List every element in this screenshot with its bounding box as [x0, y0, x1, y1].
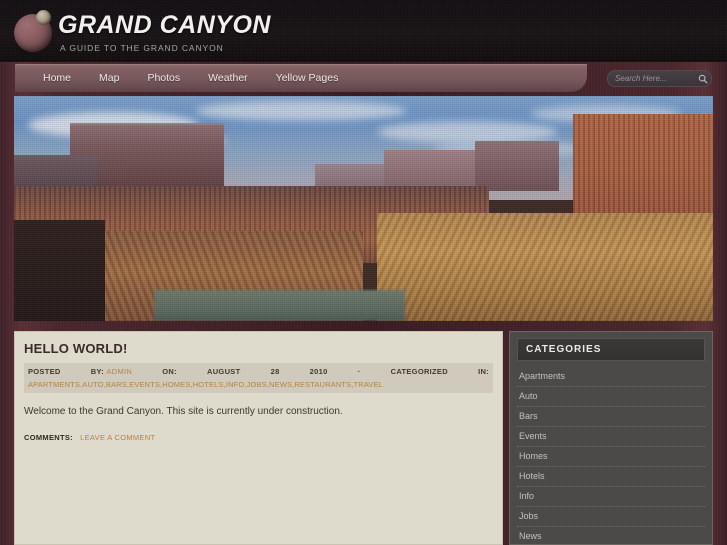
sidebar-item-jobs[interactable]: Jobs — [517, 507, 705, 527]
sidebar-category-list: Apartments Auto Bars Events Homes Hotels… — [517, 367, 705, 544]
post-title: HELLO WORLD! — [24, 341, 128, 356]
sidebar-widget-title: CATEGORIES — [517, 338, 705, 361]
canyon-shadow — [14, 219, 105, 321]
nav-item-photos[interactable]: Photos — [133, 72, 194, 84]
cloud-shape — [195, 100, 406, 121]
site-header: GRAND CANYON A GUIDE TO THE GRAND CANYON — [0, 0, 727, 62]
meta-year: 2010 — [309, 367, 328, 376]
search-input[interactable] — [608, 74, 695, 83]
nav-item-map[interactable]: Map — [85, 72, 133, 84]
post-content: HELLO WORLD! POSTED BY: ADMIN ON: AUGUST… — [14, 331, 503, 545]
site-logo[interactable] — [14, 10, 56, 52]
right-mesa-2 — [475, 141, 560, 191]
meta-day: 28 — [270, 367, 280, 376]
post-body: Welcome to the Grand Canyon. This site i… — [24, 406, 343, 418]
post-meta: POSTED BY: ADMIN ON: AUGUST 28 2010 · CA… — [24, 363, 493, 394]
meta-posted-label: POSTED — [28, 367, 61, 376]
sidebar-item-bars[interactable]: Bars — [517, 407, 705, 427]
meta-month: AUGUST — [207, 367, 241, 376]
nav-list: Home Map Photos Weather Yellow Pages — [15, 64, 587, 92]
small-sphere-icon — [36, 10, 51, 25]
comments-label: COMMENTS: — [24, 433, 73, 443]
nav-item-weather[interactable]: Weather — [194, 72, 262, 84]
meta-author[interactable]: ADMIN — [106, 366, 132, 378]
right-talus-slope — [377, 213, 713, 321]
post-meta-row: POSTED BY: ADMIN ON: AUGUST 28 2010 · CA… — [28, 366, 489, 378]
sidebar-item-info[interactable]: Info — [517, 487, 705, 507]
site-tagline: A GUIDE TO THE GRAND CANYON — [60, 43, 224, 53]
search-box[interactable] — [607, 70, 712, 87]
sidebar: CATEGORIES Apartments Auto Bars Events H… — [509, 331, 713, 545]
sidebar-item-auto[interactable]: Auto — [517, 387, 705, 407]
cloud-shape — [377, 120, 558, 143]
sidebar-item-events[interactable]: Events — [517, 427, 705, 447]
meta-by-label: BY: — [90, 367, 105, 376]
sidebar-item-apartments[interactable]: Apartments — [517, 367, 705, 387]
meta-separator: · — [357, 367, 361, 376]
sidebar-item-hotels[interactable]: Hotels — [517, 467, 705, 487]
meta-category-links[interactable]: APARTMENTS,AUTO,BARS,EVENTS,HOMES,HOTELS… — [28, 379, 489, 391]
nav-item-yellow-pages[interactable]: Yellow Pages — [262, 72, 353, 84]
meta-on-label: ON: — [162, 367, 177, 376]
main-navigation: Home Map Photos Weather Yellow Pages — [15, 64, 587, 92]
meta-in-label: IN: — [478, 367, 489, 376]
post-comments: COMMENTS: LEAVE A COMMENT — [24, 433, 493, 442]
hero-image — [14, 96, 713, 321]
site-title[interactable]: GRAND CANYON — [58, 11, 271, 40]
nav-item-home[interactable]: Home — [29, 72, 85, 84]
leave-a-comment-link[interactable]: LEAVE A COMMENT — [80, 433, 155, 442]
canyon-river — [153, 289, 406, 321]
search-icon[interactable] — [695, 71, 711, 86]
sidebar-item-homes[interactable]: Homes — [517, 447, 705, 467]
sidebar-item-news[interactable]: News — [517, 527, 705, 544]
meta-categorized-label: CATEGORIZED — [390, 367, 448, 376]
